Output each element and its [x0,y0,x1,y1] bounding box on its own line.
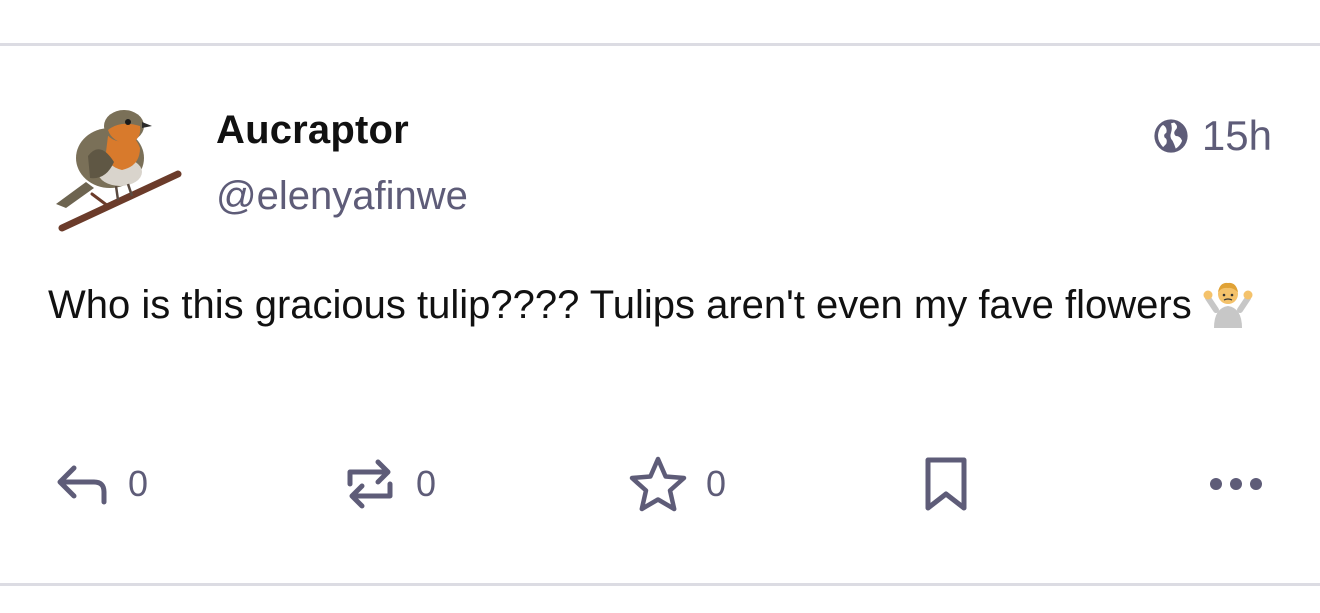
post-text: Who is this gracious tulip???? Tulips ar… [48,283,1192,327]
bookmark-button[interactable] [922,452,970,516]
robin-avatar-icon [56,110,182,232]
boost-count: 0 [416,463,437,504]
boost-icon [342,454,398,514]
reply-count: 0 [128,463,149,504]
more-dots-icon [1208,474,1264,494]
favourite-count: 0 [706,463,727,504]
top-divider [0,43,1320,46]
globe-icon [1152,117,1190,155]
post-content: Who is this gracious tulip???? Tulips ar… [48,272,1268,348]
display-name[interactable]: Aucraptor [216,108,409,153]
star-icon [628,455,688,513]
account-handle[interactable]: @elenyafinwe [216,174,468,219]
favourite-button[interactable]: 0 [628,452,726,516]
person-shrugging-emoji-icon [1202,278,1254,348]
bookmark-icon [922,454,970,514]
post-meta: 15h [1152,112,1272,160]
reply-icon [54,462,110,506]
boost-button[interactable]: 0 [342,452,436,516]
post-time[interactable]: 15h [1202,112,1272,160]
avatar[interactable] [48,96,184,234]
reply-button[interactable]: 0 [54,452,148,516]
more-options-button[interactable] [1208,452,1264,516]
bottom-divider [0,583,1320,586]
